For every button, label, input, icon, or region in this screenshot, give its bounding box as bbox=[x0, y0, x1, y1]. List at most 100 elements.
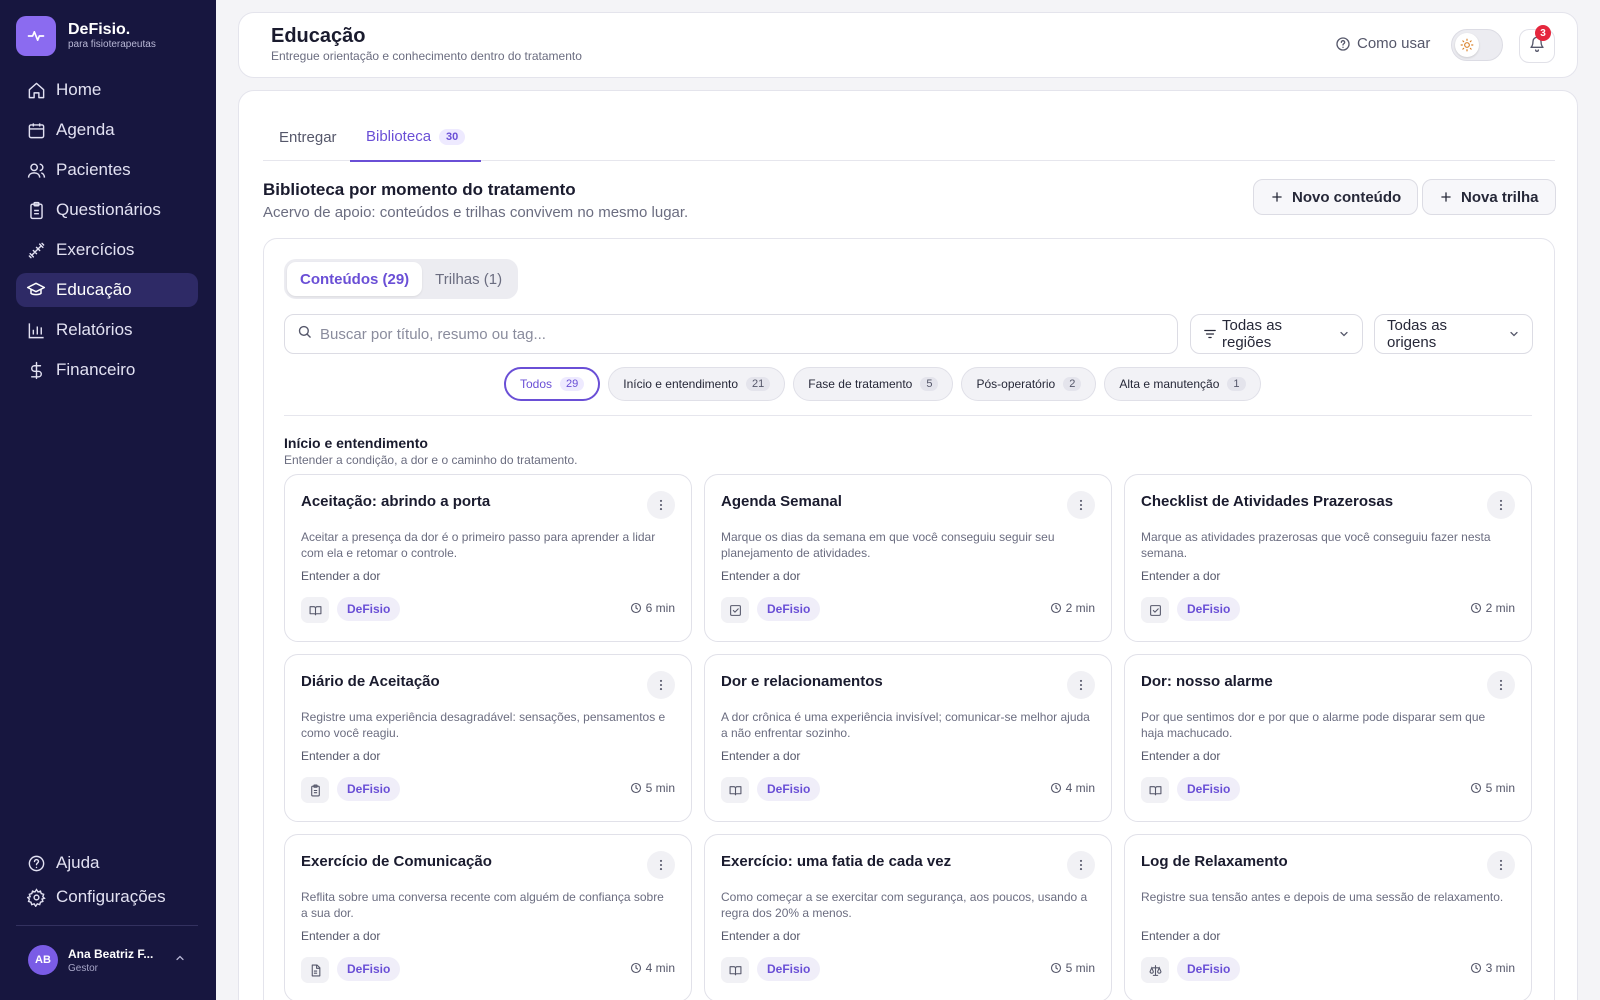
card-title: Log de Relaxamento bbox=[1141, 853, 1288, 870]
chip-alta-manutencao[interactable]: Alta e manutenção 1 bbox=[1104, 367, 1261, 401]
card-tag: Entender a dor bbox=[301, 749, 381, 763]
more-options-icon[interactable] bbox=[1067, 491, 1095, 519]
more-options-icon[interactable] bbox=[1487, 671, 1515, 699]
region-filter-select[interactable]: Todas as regiões bbox=[1190, 314, 1363, 354]
search-box bbox=[284, 314, 1178, 354]
tab-biblioteca[interactable]: Biblioteca 30 bbox=[350, 113, 482, 162]
card-duration-value: 6 min bbox=[645, 601, 675, 615]
scale-icon bbox=[1141, 957, 1169, 983]
gear-icon bbox=[26, 887, 46, 907]
check-square-icon bbox=[721, 597, 749, 623]
content-card[interactable]: Exercício: uma fatia de cada vez Como com… bbox=[704, 834, 1112, 1000]
chip-pos-operatorio[interactable]: Pós-operatório 2 bbox=[961, 367, 1097, 401]
search-input[interactable] bbox=[320, 325, 1120, 343]
book-open-icon bbox=[721, 957, 749, 983]
content-card[interactable]: Exercício de Comunicação Reflita sobre um… bbox=[284, 834, 692, 1000]
brand[interactable]: DeFisio. para fisioterapeutas bbox=[16, 16, 156, 56]
new-content-button[interactable]: Novo conteúdo bbox=[1253, 179, 1419, 215]
sidebar-item-pacientes[interactable]: Pacientes bbox=[16, 153, 198, 187]
card-description: Por que sentimos dor e por que o alarme … bbox=[1141, 710, 1486, 740]
check-square-icon bbox=[1141, 597, 1169, 623]
sidebar-item-financeiro[interactable]: Financeiro bbox=[16, 353, 198, 387]
card-title: Diário de Aceitação bbox=[301, 673, 440, 690]
card-title: Exercício de Comunicação bbox=[301, 853, 492, 870]
sidebar-item-educacao[interactable]: Educação bbox=[16, 273, 198, 307]
sidebar-item-agenda[interactable]: Agenda bbox=[16, 113, 198, 147]
card-duration-value: 4 min bbox=[1065, 781, 1095, 795]
card-duration-value: 2 min bbox=[1065, 601, 1095, 615]
graduation-cap-icon bbox=[26, 280, 46, 300]
chip-count: 2 bbox=[1063, 377, 1082, 391]
card-title: Dor: nosso alarme bbox=[1141, 673, 1273, 690]
how-to-use-button[interactable]: Como usar bbox=[1335, 35, 1430, 52]
theme-toggle[interactable] bbox=[1451, 29, 1503, 61]
chevron-down-icon bbox=[1508, 328, 1520, 340]
card-duration: 5 min bbox=[630, 781, 675, 795]
clipboard-icon bbox=[26, 200, 46, 220]
card-duration: 4 min bbox=[630, 961, 675, 975]
content-card[interactable]: Aceitação: abrindo a porta Aceitar a pres… bbox=[284, 474, 692, 642]
clock-icon bbox=[630, 602, 642, 614]
chip-count: 29 bbox=[560, 377, 585, 391]
sidebar-item-configuracoes[interactable]: Configurações bbox=[16, 880, 198, 914]
help-circle-icon bbox=[1335, 36, 1351, 52]
clock-icon bbox=[1050, 602, 1062, 614]
card-origin-badge: DeFisio bbox=[757, 597, 821, 621]
card-origin-badge: DeFisio bbox=[757, 777, 821, 801]
file-icon bbox=[301, 957, 329, 983]
content-card[interactable]: Checklist de Atividades Prazerosas Marque… bbox=[1124, 474, 1532, 642]
card-duration-value: 3 min bbox=[1485, 961, 1515, 975]
content-card[interactable]: Log de Relaxamento Registre sua tensão an… bbox=[1124, 834, 1532, 1000]
card-title: Agenda Semanal bbox=[721, 493, 842, 510]
plus-icon bbox=[1439, 190, 1453, 204]
card-description: A dor crônica é uma experiência invisíve… bbox=[721, 710, 1090, 740]
content-card[interactable]: Diário de Aceitação Registre uma experiên… bbox=[284, 654, 692, 822]
content-card[interactable]: Agenda Semanal Marque os dias da semana e… bbox=[704, 474, 1112, 642]
sidebar: DeFisio. para fisioterapeutas Home Agend… bbox=[0, 0, 216, 1000]
card-origin-badge: DeFisio bbox=[337, 597, 401, 621]
origin-filter-select[interactable]: Todas as origens bbox=[1374, 314, 1533, 354]
sidebar-item-label: Configurações bbox=[56, 887, 166, 906]
more-options-icon[interactable] bbox=[1067, 851, 1095, 879]
users-icon bbox=[26, 160, 46, 180]
sidebar-item-exercicios[interactable]: Exercícios bbox=[16, 233, 198, 267]
user-name: Ana Beatriz F... bbox=[68, 946, 154, 961]
notification-count-badge: 3 bbox=[1535, 25, 1551, 41]
card-origin-badge: DeFisio bbox=[757, 957, 821, 981]
tab-entregar[interactable]: Entregar bbox=[263, 113, 353, 161]
group-title: Início e entendimento bbox=[284, 435, 428, 451]
plus-icon bbox=[1270, 190, 1284, 204]
more-options-icon[interactable] bbox=[1067, 671, 1095, 699]
sidebar-item-relatorios[interactable]: Relatórios bbox=[16, 313, 198, 347]
card-tag: Entender a dor bbox=[1141, 569, 1221, 583]
card-title: Exercício: uma fatia de cada vez bbox=[721, 853, 952, 870]
chip-fase-tratamento[interactable]: Fase de tratamento 5 bbox=[793, 367, 954, 401]
sidebar-item-label: Exercícios bbox=[56, 240, 135, 259]
more-options-icon[interactable] bbox=[647, 491, 675, 519]
more-options-icon[interactable] bbox=[1487, 851, 1515, 879]
user-menu[interactable]: AB Ana Beatriz F... Gestor bbox=[16, 945, 198, 975]
chip-inicio-entendimento[interactable]: Início e entendimento 21 bbox=[608, 367, 786, 401]
new-track-button[interactable]: Nova trilha bbox=[1422, 179, 1556, 215]
card-duration: 2 min bbox=[1470, 601, 1515, 615]
sidebar-item-home[interactable]: Home bbox=[16, 73, 198, 107]
content-card[interactable]: Dor e relacionamentos A dor crônica é uma… bbox=[704, 654, 1112, 822]
card-description: Como começar a se exercitar com seguranç… bbox=[721, 890, 1088, 920]
more-options-icon[interactable] bbox=[647, 851, 675, 879]
more-options-icon[interactable] bbox=[647, 671, 675, 699]
more-options-icon[interactable] bbox=[1487, 491, 1515, 519]
page-title: Educação bbox=[271, 25, 366, 47]
chip-todos[interactable]: Todos 29 bbox=[504, 367, 601, 401]
sidebar-item-ajuda[interactable]: Ajuda bbox=[16, 846, 198, 880]
search-icon bbox=[297, 324, 312, 344]
bar-chart-icon bbox=[26, 320, 46, 340]
segment-conteudos[interactable]: Conteúdos (29) bbox=[287, 262, 423, 296]
content-card[interactable]: Dor: nosso alarme Por que sentimos dor e … bbox=[1124, 654, 1532, 822]
segment-trilhas[interactable]: Trilhas (1) bbox=[422, 262, 515, 296]
card-title: Aceitação: abrindo a porta bbox=[301, 493, 491, 510]
card-tag: Entender a dor bbox=[1141, 749, 1221, 763]
sidebar-item-questionarios[interactable]: Questionários bbox=[16, 193, 198, 227]
card-title: Dor e relacionamentos bbox=[721, 673, 883, 690]
card-description: Registre uma experiência desagradável: s… bbox=[301, 710, 666, 740]
content-card-grid: Aceitação: abrindo a porta Aceitar a pres… bbox=[284, 474, 1533, 1000]
